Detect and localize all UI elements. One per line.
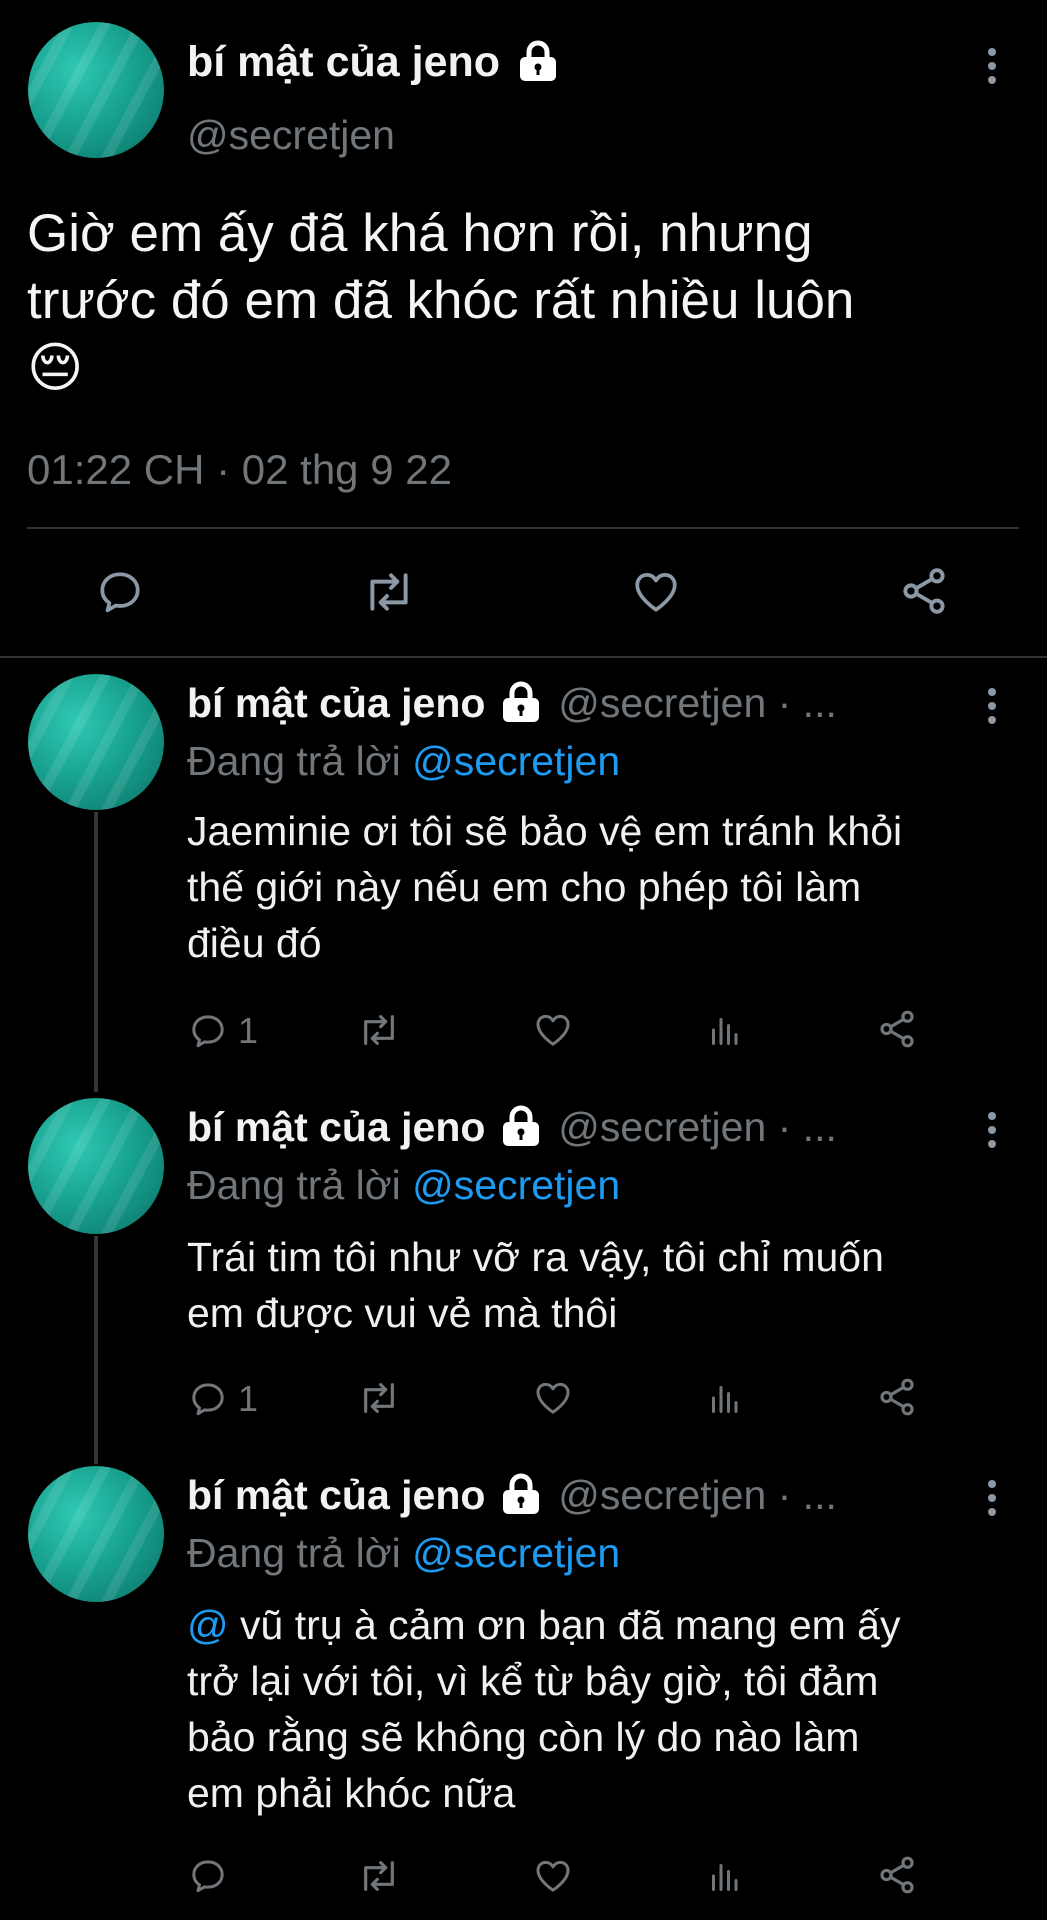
- reply-count: 1: [238, 1010, 259, 1051]
- reply-text: @ vũ trụ à cảm ơn bạn đã mang em ấy trở …: [187, 1602, 901, 1816]
- analytics-button[interactable]: [706, 1378, 742, 1418]
- avatar[interactable]: [28, 1466, 164, 1602]
- reply-icon: [192, 1860, 224, 1893]
- share-icon: [903, 568, 945, 614]
- display-name[interactable]: bí mật của jeno: [187, 38, 558, 87]
- tweet-text: Giờ em ấy đã khá hơn rồi, nhưng trước đó…: [27, 200, 854, 402]
- retweet-button[interactable]: [362, 567, 416, 617]
- reply-icon: [100, 572, 140, 613]
- display-name[interactable]: bí mật của jeno: [187, 1104, 485, 1150]
- thread-line: [94, 812, 98, 1092]
- like-icon: [536, 1014, 570, 1046]
- mention-link[interactable]: @: [187, 1602, 229, 1648]
- retweet-icon: [364, 1861, 394, 1891]
- more-options-icon[interactable]: [982, 48, 1002, 92]
- lock-icon: [501, 1105, 541, 1147]
- share-button[interactable]: [876, 1008, 918, 1050]
- share-button[interactable]: [876, 1376, 918, 1418]
- like-icon: [536, 1382, 570, 1414]
- retweet-button[interactable]: [357, 1856, 401, 1896]
- analytics-icon: [712, 1864, 738, 1891]
- handle-meta[interactable]: @secretjen · ...: [558, 1104, 837, 1150]
- mention-link[interactable]: @secretjen: [412, 1530, 620, 1576]
- reply-icon: [192, 1015, 224, 1048]
- like-button[interactable]: [532, 1010, 574, 1050]
- reply-button[interactable]: 1: [188, 1010, 258, 1052]
- thread-line: [94, 1236, 98, 1464]
- replying-to: Đang trả lời @secretjen: [187, 738, 621, 784]
- reply-text: Jaeminie ơi tôi sẽ bảo vệ em tránh khỏi …: [187, 808, 903, 966]
- reply-button[interactable]: 1: [188, 1378, 258, 1420]
- like-icon: [536, 1860, 570, 1892]
- reply-icon: [192, 1383, 224, 1416]
- mention-link[interactable]: @secretjen: [412, 738, 620, 784]
- mention-link[interactable]: @secretjen: [412, 1162, 620, 1208]
- share-icon: [880, 1010, 914, 1048]
- lock-icon: [501, 681, 541, 723]
- divider: [27, 527, 1019, 529]
- retweet-icon: [364, 1383, 394, 1413]
- replying-to: Đang trả lời @secretjen: [187, 1530, 621, 1576]
- retweet-button[interactable]: [357, 1010, 401, 1050]
- pensive-face-emoji: 😔: [27, 338, 84, 398]
- retweet-icon: [364, 1015, 394, 1045]
- reply-button[interactable]: [188, 1856, 238, 1896]
- analytics-icon: [712, 1386, 738, 1413]
- handle[interactable]: @secretjen: [187, 112, 395, 159]
- analytics-icon: [712, 1018, 738, 1045]
- handle-meta[interactable]: @secretjen · ...: [558, 680, 837, 726]
- display-name[interactable]: bí mật của jeno: [187, 680, 485, 726]
- more-options-icon[interactable]: [982, 1112, 1002, 1156]
- like-icon: [635, 573, 677, 612]
- reply-header: bí mật của jeno @secretjen · ...: [187, 1472, 837, 1519]
- avatar[interactable]: [28, 22, 164, 158]
- more-options-icon[interactable]: [982, 688, 1002, 732]
- display-name[interactable]: bí mật của jeno: [187, 1472, 485, 1518]
- reply-header: bí mật của jeno @secretjen · ...: [187, 680, 837, 727]
- lock-icon: [518, 40, 558, 82]
- analytics-button[interactable]: [706, 1856, 742, 1896]
- retweet-button[interactable]: [357, 1378, 401, 1418]
- section-divider: [0, 656, 1047, 658]
- replying-to: Đang trả lời @secretjen: [187, 1162, 621, 1208]
- reply-count: 1: [238, 1378, 259, 1419]
- like-button[interactable]: [532, 1378, 574, 1418]
- reply-text: Trái tim tôi như vỡ ra vậy, tôi chỉ muốn…: [187, 1234, 884, 1336]
- retweet-icon: [370, 573, 408, 611]
- share-button[interactable]: [876, 1854, 918, 1896]
- reply-button[interactable]: [95, 567, 145, 617]
- analytics-button[interactable]: [706, 1010, 742, 1050]
- handle-meta[interactable]: @secretjen · ...: [558, 1472, 837, 1518]
- avatar[interactable]: [28, 674, 164, 810]
- tweet-timestamp[interactable]: 01:22 CH · 02 thg 9 22: [27, 446, 452, 494]
- share-icon: [880, 1856, 914, 1894]
- reply-header: bí mật của jeno @secretjen · ...: [187, 1104, 837, 1151]
- avatar[interactable]: [28, 1098, 164, 1234]
- like-button[interactable]: [532, 1856, 574, 1896]
- share-icon: [880, 1378, 914, 1416]
- more-options-icon[interactable]: [982, 1480, 1002, 1524]
- share-button[interactable]: [898, 565, 950, 617]
- lock-icon: [501, 1473, 541, 1515]
- like-button[interactable]: [630, 567, 682, 617]
